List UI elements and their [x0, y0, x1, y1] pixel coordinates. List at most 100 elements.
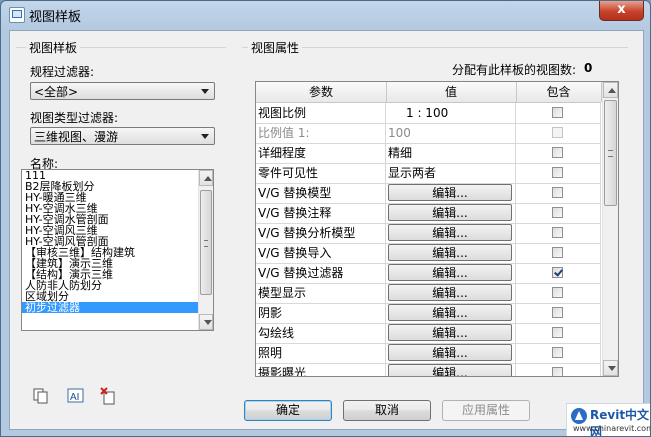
include-checkbox — [552, 127, 563, 138]
table-row: 摄影曝光 编辑... — [256, 363, 601, 376]
include-cell — [516, 223, 601, 243]
duplicate-icon — [33, 388, 48, 404]
view-type-filter-label: 视图类型过滤器: — [30, 111, 119, 125]
table-row: 勾绘线 编辑... — [256, 323, 601, 344]
value-cell: 编辑... — [386, 243, 516, 263]
assigned-count-value: 0 — [584, 61, 593, 75]
include-cell — [516, 143, 601, 163]
table-row: 比例值 1: 100 — [256, 123, 601, 144]
grip-icon — [204, 239, 208, 247]
scroll-up-icon — [608, 88, 616, 93]
include-cell — [516, 263, 601, 283]
edit-button[interactable]: 编辑... — [388, 284, 512, 301]
scroll-down-icon — [608, 366, 616, 371]
edit-button[interactable]: 编辑... — [388, 364, 512, 376]
parameter-cell: 阴影 — [256, 303, 386, 323]
left-group-label: 视图样板 — [26, 39, 81, 56]
include-checkbox[interactable] — [552, 207, 563, 218]
app-icon — [9, 7, 25, 23]
view-type-filter-value: 三维视图、漫游 — [34, 130, 119, 144]
value-cell[interactable]: 显示两者 — [386, 163, 516, 183]
include-checkbox[interactable] — [552, 287, 563, 298]
parameter-cell: V/G 替换导入 — [256, 243, 386, 263]
include-checkbox[interactable] — [552, 307, 563, 318]
value-cell: 编辑... — [386, 183, 516, 203]
value-cell: 编辑... — [386, 363, 516, 376]
apply-properties-button[interactable]: 应用属性 — [442, 400, 530, 421]
table-row: 照明 编辑... — [256, 343, 601, 364]
table-header: 参数 值 包含 — [256, 82, 602, 103]
edit-button[interactable]: 编辑... — [388, 344, 512, 361]
include-checkbox[interactable] — [552, 187, 563, 198]
include-checkbox[interactable] — [552, 107, 563, 118]
scroll-thumb[interactable] — [604, 100, 617, 206]
duplicate-button[interactable] — [32, 387, 50, 405]
scroll-up-button[interactable] — [199, 170, 213, 186]
include-cell — [516, 363, 601, 376]
window-title: 视图样板 — [29, 10, 82, 25]
edit-button[interactable]: 编辑... — [388, 244, 512, 261]
list-item[interactable]: 初步过滤器 — [22, 302, 213, 313]
include-checkbox[interactable] — [552, 227, 563, 238]
edit-button[interactable]: 编辑... — [388, 204, 512, 221]
include-checkbox[interactable] — [552, 147, 563, 158]
table-row: 零件可见性 显示两者 — [256, 163, 601, 184]
value-cell: 编辑... — [386, 263, 516, 283]
include-checkbox[interactable] — [552, 267, 563, 278]
table-scrollbar[interactable] — [602, 82, 618, 376]
include-cell — [516, 303, 601, 323]
table-row: V/G 替换注释 编辑... — [256, 203, 601, 224]
value-cell: 编辑... — [386, 343, 516, 363]
close-button[interactable]: x — [599, 1, 644, 21]
table-row: 详细程度 精细 — [256, 143, 601, 164]
include-checkbox[interactable] — [552, 347, 563, 358]
scroll-up-button[interactable] — [603, 82, 618, 98]
list-scrollbar[interactable] — [198, 170, 213, 330]
cancel-button[interactable]: 取消 — [343, 400, 431, 421]
properties-table: 参数 值 包含 视图比例 1 : 100 比例值 1: 100 详细程度 精细 零件可见性显… — [255, 81, 619, 377]
include-checkbox[interactable] — [552, 327, 563, 338]
table-row: 阴影 编辑... — [256, 303, 601, 324]
parameter-cell: V/G 替换过滤器 — [256, 263, 386, 283]
column-header-include[interactable]: 包含 — [516, 82, 602, 102]
scroll-down-button[interactable] — [199, 314, 213, 330]
include-checkbox[interactable] — [552, 167, 563, 178]
table-row: 视图比例 1 : 100 — [256, 103, 601, 124]
view-template-list[interactable]: 111 B2层降板划分 HY-暖通三维 HY-空调水三维 HY-空调水管剖面 HY-空调风… — [21, 169, 214, 331]
chevron-down-icon — [201, 134, 209, 139]
include-checkbox[interactable] — [552, 367, 563, 376]
include-cell — [516, 103, 601, 123]
parameter-cell: V/G 替换模型 — [256, 183, 386, 203]
include-checkbox[interactable] — [552, 247, 563, 258]
rename-icon: AI — [67, 388, 84, 403]
include-cell — [516, 163, 601, 183]
edit-button[interactable]: 编辑... — [388, 304, 512, 321]
column-header-value[interactable]: 值 — [386, 82, 517, 102]
ok-button[interactable]: 确定 — [244, 400, 332, 421]
delete-icon — [100, 387, 115, 405]
edit-button[interactable]: 编辑... — [388, 264, 512, 281]
delete-button[interactable] — [100, 387, 118, 405]
value-cell: 编辑... — [386, 283, 516, 303]
title-bar[interactable]: 视图样板 x — [1, 1, 650, 27]
list-items: 111 B2层降板划分 HY-暖通三维 HY-空调水三维 HY-空调水管剖面 HY-空调风… — [22, 170, 213, 313]
value-cell: 编辑... — [386, 303, 516, 323]
value-cell[interactable]: 精细 — [386, 143, 516, 163]
watermark: Revit中文网 www.chinarevit.com — [566, 403, 650, 436]
view-type-filter-select[interactable]: 三维视图、漫游 — [30, 127, 215, 145]
value-cell: 编辑... — [386, 323, 516, 343]
value-cell[interactable]: 1 : 100 — [386, 103, 516, 123]
discipline-filter-select[interactable]: <全部> — [30, 82, 215, 100]
table-row: V/G 替换导入 编辑... — [256, 243, 601, 264]
edit-button[interactable]: 编辑... — [388, 184, 512, 201]
rename-button[interactable]: AI — [67, 387, 85, 405]
scroll-down-button[interactable] — [603, 360, 618, 376]
column-header-parameter[interactable]: 参数 — [256, 82, 387, 102]
edit-button[interactable]: 编辑... — [388, 324, 512, 341]
include-cell — [516, 323, 601, 343]
table-row: 模型显示 编辑... — [256, 283, 601, 304]
scroll-thumb[interactable] — [200, 190, 212, 295]
edit-button[interactable]: 编辑... — [388, 224, 512, 241]
dialog-window: 视图样板 x 视图样板 规程过滤器: <全部> 视图类型过滤器: 三维视图、漫游… — [0, 0, 651, 437]
parameter-cell: 摄影曝光 — [256, 363, 386, 376]
